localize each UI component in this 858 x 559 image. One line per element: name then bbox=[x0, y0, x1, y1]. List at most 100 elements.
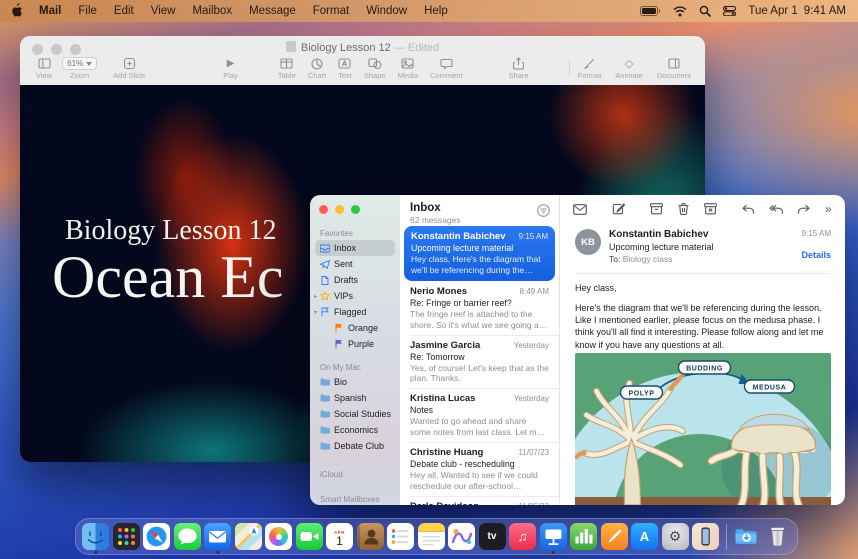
menu-clock[interactable]: Tue Apr 1 9:41 AM bbox=[748, 5, 846, 17]
format-button[interactable]: Format bbox=[578, 57, 602, 80]
message-row[interactable]: Konstantin Babichev9:15 AM Upcoming lect… bbox=[404, 226, 555, 281]
dock-icon-pages[interactable] bbox=[601, 523, 628, 550]
menu-item-window[interactable]: Window bbox=[366, 5, 407, 17]
shape-button[interactable]: Shape bbox=[364, 57, 386, 80]
menu-item-mailbox[interactable]: Mailbox bbox=[192, 5, 232, 17]
message-time: 9:15 AM bbox=[801, 229, 831, 238]
dock-icon-calendar[interactable]: APR 1 bbox=[326, 523, 353, 550]
dock-icon-music[interactable]: ♫ bbox=[509, 523, 536, 550]
filter-icon[interactable] bbox=[537, 204, 550, 222]
forward-icon[interactable] bbox=[798, 204, 810, 215]
comment-button[interactable]: Comment bbox=[430, 57, 463, 80]
dock-icon-facetime[interactable] bbox=[296, 523, 323, 550]
icloud-header[interactable]: iCloud bbox=[310, 466, 400, 481]
dock-icon-maps[interactable] bbox=[235, 523, 262, 550]
medusa-label: MEDUSA bbox=[753, 385, 787, 392]
sidebar-item-inbox[interactable]: Inbox bbox=[315, 240, 395, 256]
dock-icon-trash[interactable] bbox=[764, 523, 791, 550]
chevron-down-icon[interactable]: ▾ bbox=[312, 309, 319, 316]
menu-item-help[interactable]: Help bbox=[424, 5, 448, 17]
document-button[interactable]: Document bbox=[657, 57, 691, 80]
dock-icon-iphone-mirroring[interactable] bbox=[692, 523, 719, 550]
dock-icon-notes[interactable] bbox=[418, 523, 445, 550]
dock-icon-mail[interactable] bbox=[204, 523, 231, 550]
compose-icon[interactable] bbox=[612, 203, 625, 215]
zoom-button[interactable] bbox=[351, 205, 360, 214]
view-button[interactable]: View bbox=[36, 57, 52, 80]
more-actions-icon[interactable]: » bbox=[825, 204, 832, 214]
reply-all-icon[interactable] bbox=[769, 204, 783, 215]
trash-icon[interactable] bbox=[678, 203, 689, 215]
sidebar-item-flag-orange[interactable]: Orange bbox=[310, 320, 400, 336]
smart-mailboxes-header[interactable]: Smart Mailboxes bbox=[310, 491, 400, 505]
apple-menu[interactable] bbox=[12, 3, 24, 20]
message-row[interactable]: Nerio Mones8:49 AM Re: Fringe or barrier… bbox=[400, 281, 559, 335]
minimize-button[interactable] bbox=[335, 205, 344, 214]
zoom-control[interactable]: 61% Zoom bbox=[62, 57, 97, 80]
details-link[interactable]: Details bbox=[801, 250, 831, 260]
dock-icon-safari[interactable] bbox=[143, 523, 170, 550]
dock-icon-reminders[interactable] bbox=[387, 523, 414, 550]
menu-bar: Mail File Edit View Mailbox Message Form… bbox=[0, 0, 858, 22]
folder-icon bbox=[320, 442, 330, 450]
wifi-icon[interactable] bbox=[673, 6, 687, 17]
message-list: Inbox 62 messages Konstantin Babichev9:1… bbox=[400, 195, 560, 505]
control-center-icon[interactable] bbox=[723, 6, 736, 16]
chevron-right-icon[interactable]: ▸ bbox=[312, 293, 319, 300]
sidebar-item-economics[interactable]: Economics bbox=[310, 422, 400, 438]
spotlight-icon[interactable] bbox=[699, 5, 711, 17]
dock-icon-freeform[interactable] bbox=[448, 523, 475, 550]
dock-icon-app-store[interactable]: A bbox=[631, 523, 658, 550]
dock-icon-apple-tv[interactable]: tv bbox=[479, 523, 506, 550]
dock-icon-launchpad[interactable] bbox=[113, 523, 140, 550]
get-mail-icon[interactable] bbox=[573, 204, 587, 215]
sidebar-item-flag-purple[interactable]: Purple bbox=[310, 336, 400, 352]
dock-icon-system-settings[interactable]: ⚙ bbox=[662, 523, 689, 550]
play-button[interactable]: ▶ Play bbox=[223, 57, 238, 80]
reply-icon[interactable] bbox=[742, 204, 754, 215]
jellyfish-diagram-image[interactable]: POLYP BUDDING MEDUSA bbox=[575, 353, 831, 505]
text-button[interactable]: Text bbox=[338, 57, 352, 80]
message-row[interactable]: Darla Davidson11/05/23 Tomorrow's class … bbox=[400, 496, 559, 505]
dock-icon-downloads[interactable] bbox=[733, 523, 760, 550]
menu-item-view[interactable]: View bbox=[151, 5, 176, 17]
message-row[interactable]: Christine Huang11/07/23 Debate club - re… bbox=[400, 442, 559, 496]
format-brush-icon bbox=[583, 57, 595, 70]
share-button[interactable]: Share bbox=[509, 57, 529, 80]
dock-icon-contacts[interactable] bbox=[357, 523, 384, 550]
menu-item-mail[interactable]: Mail bbox=[39, 5, 61, 17]
dock-icon-keynote[interactable] bbox=[540, 523, 567, 550]
inbox-icon bbox=[320, 244, 330, 253]
junk-icon[interactable] bbox=[704, 203, 717, 215]
menu-item-edit[interactable]: Edit bbox=[114, 5, 134, 17]
archive-icon[interactable] bbox=[650, 203, 663, 215]
sidebar-item-drafts[interactable]: Drafts bbox=[310, 272, 400, 288]
sidebar-item-spanish[interactable]: Spanish bbox=[310, 390, 400, 406]
sidebar-item-sent[interactable]: Sent bbox=[310, 256, 400, 272]
chart-button[interactable]: Chart bbox=[308, 57, 326, 80]
mail-sidebar: Favorites Inbox Sent Drafts ▸ VIPs bbox=[310, 195, 400, 505]
dock-icon-numbers[interactable] bbox=[570, 523, 597, 550]
menu-item-file[interactable]: File bbox=[78, 5, 97, 17]
sidebar-item-flagged[interactable]: ▾ Flagged bbox=[310, 304, 400, 320]
table-button[interactable]: Table bbox=[278, 57, 296, 80]
animate-button[interactable]: ◇ Animate bbox=[615, 57, 643, 80]
close-button[interactable] bbox=[319, 205, 328, 214]
mail-window[interactable]: Favorites Inbox Sent Drafts ▸ VIPs bbox=[310, 195, 845, 505]
sidebar-item-vips[interactable]: ▸ VIPs bbox=[310, 288, 400, 304]
menu-item-format[interactable]: Format bbox=[313, 5, 349, 17]
gear-icon: ⚙ bbox=[669, 528, 682, 545]
dock-icon-photos[interactable] bbox=[265, 523, 292, 550]
add-slide-button[interactable]: Add Slide bbox=[113, 57, 145, 80]
dock-icon-finder[interactable] bbox=[82, 523, 109, 550]
sidebar-item-debate-club[interactable]: Debate Club bbox=[310, 438, 400, 454]
media-button[interactable]: Media bbox=[398, 57, 418, 80]
battery-icon[interactable] bbox=[640, 6, 661, 16]
message-row[interactable]: Kristina LucasYesterday Notes Wanted to … bbox=[400, 388, 559, 442]
dock-icon-messages[interactable] bbox=[174, 523, 201, 550]
menu-item-message[interactable]: Message bbox=[249, 5, 296, 17]
sidebar-item-bio[interactable]: Bio bbox=[310, 374, 400, 390]
sidebar-item-social-studies[interactable]: Social Studies bbox=[310, 406, 400, 422]
message-row[interactable]: Jasmine GarciaYesterday Re: Tomorrow Yes… bbox=[400, 335, 559, 389]
flag-icon bbox=[320, 307, 330, 317]
